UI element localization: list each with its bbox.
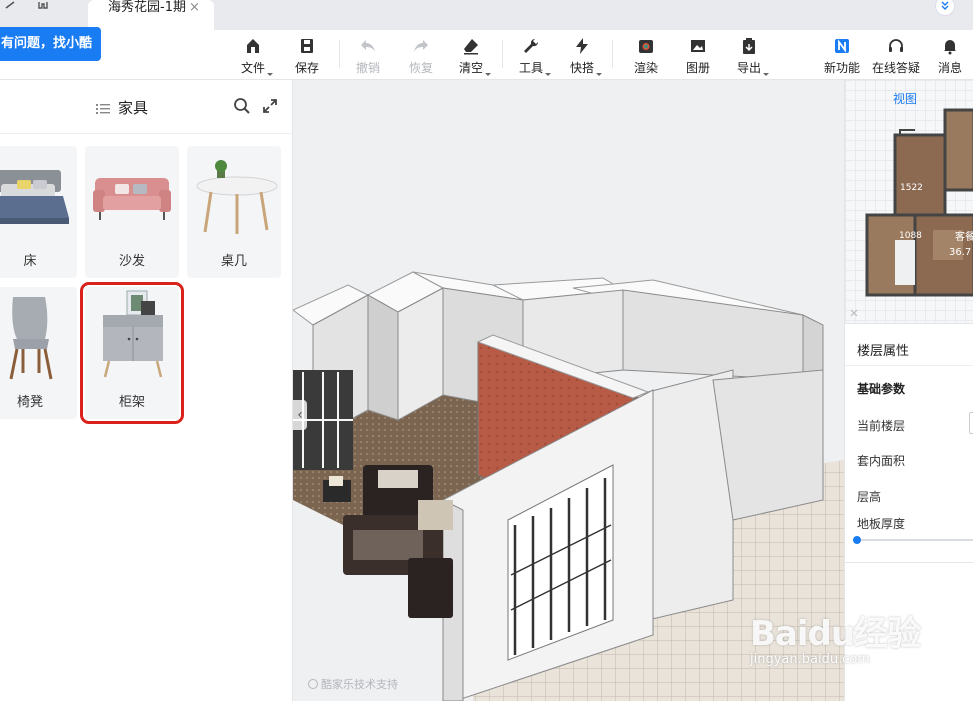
undo-button[interactable]: 撤销	[344, 36, 392, 76]
main-toolbar: 文件 保存 撤销 恢复 清空 工具 快搭 渲染 图册 导出 新功能 在线答疑 消…	[0, 30, 973, 80]
furniture-item-cabinet[interactable]: 柜架	[80, 282, 184, 424]
search-icon[interactable]	[233, 97, 251, 115]
camera-icon	[639, 40, 653, 53]
redo-button[interactable]: 恢复	[397, 36, 445, 76]
credit-text: 酷家乐技术支持	[308, 676, 398, 692]
floor-properties-title: 楼层属性	[857, 344, 910, 359]
save-icon	[301, 39, 313, 53]
current-floor-select[interactable]	[969, 412, 973, 434]
tools-button[interactable]: 工具	[507, 36, 555, 76]
chair-thumbnail	[9, 297, 53, 380]
current-floor-label: 当前楼层	[857, 419, 906, 433]
sofa-thumbnail	[93, 178, 171, 220]
album-button[interactable]: 图册	[674, 36, 722, 76]
basic-params-heading: 基础参数	[857, 382, 906, 396]
slider-handle[interactable]	[853, 536, 861, 544]
table-thumbnail	[196, 160, 278, 234]
file-icon	[247, 39, 259, 53]
headset-icon[interactable]	[37, 0, 53, 14]
furniture-item-sofa[interactable]: 沙发	[85, 146, 179, 278]
chevron-left-icon[interactable]: ‹	[293, 400, 307, 430]
clear-button[interactable]: 清空	[447, 36, 495, 76]
quick-build-button[interactable]: 快搭	[558, 36, 606, 76]
panel-header: 家具	[0, 80, 293, 134]
watermark: Baidu经验 jingyan.baidu.com	[750, 596, 950, 686]
new-feature-button[interactable]: 新功能	[818, 36, 866, 76]
floorplan-drawing: 1522 1088 客餐 36.7	[850, 108, 973, 317]
file-button[interactable]: 文件	[229, 36, 277, 76]
new-badge-icon	[835, 39, 849, 53]
tab-bar: 海秀花园-1期 ×	[0, 0, 973, 30]
redo-icon	[414, 40, 428, 52]
eraser-icon	[464, 39, 478, 55]
floor-thickness-label: 地板厚度	[857, 517, 906, 531]
room-label: 客餐	[955, 230, 973, 243]
furniture-item-table[interactable]: 桌几	[187, 146, 281, 278]
watermark-url: jingyan.baidu.com	[750, 652, 870, 667]
close-icon[interactable]: ×	[189, 1, 200, 15]
shield-icon	[308, 679, 318, 689]
undo-icon	[361, 40, 375, 52]
render-button[interactable]: 渲染	[622, 36, 670, 76]
tab-project[interactable]: 海秀花园-1期 ×	[88, 0, 214, 30]
furniture-item-bed[interactable]: 床	[0, 146, 77, 278]
floor-thickness-slider[interactable]	[857, 539, 973, 541]
save-button[interactable]: 保存	[283, 36, 331, 76]
list-icon	[96, 103, 110, 114]
clipboard-icon	[743, 38, 755, 54]
floorplan-minimap[interactable]: 视图 1522 1088 客餐 36.7	[845, 80, 973, 324]
dimension-label: 1088	[899, 231, 922, 241]
floor-height-label: 层高	[857, 490, 882, 504]
export-button[interactable]: 导出	[725, 36, 773, 76]
headset-icon	[889, 39, 903, 52]
link-icon[interactable]	[4, 0, 20, 14]
wrench-icon	[524, 38, 539, 53]
image-icon	[691, 40, 705, 52]
tab-label: 海秀花园-1期	[108, 0, 186, 15]
bed-thumbnail	[0, 170, 69, 224]
inner-area-label: 套内面积	[857, 454, 906, 468]
watermark-brand: Baidu经验	[750, 614, 921, 654]
bell-icon	[944, 40, 956, 55]
dimension-label: 1522	[900, 183, 923, 193]
fullscreen-icon[interactable]	[262, 98, 278, 114]
room-area: 36.7	[949, 247, 971, 258]
help-tooltip[interactable]: 有问题，找小酷	[0, 27, 101, 61]
online-help-button[interactable]: 在线答疑	[871, 36, 921, 76]
panel-title-text: 家具	[118, 99, 149, 117]
chevron-double-down-icon[interactable]	[935, 0, 955, 16]
panel-title: 家具	[96, 97, 148, 118]
lightning-icon	[576, 38, 588, 54]
furniture-item-chair[interactable]: 椅凳	[0, 287, 77, 419]
furniture-panel: 家具 床 沙发 桌几 椅凳 柜架	[0, 80, 293, 701]
messages-button[interactable]: 消息	[926, 36, 973, 76]
cabinet-thumbnail	[103, 290, 163, 378]
